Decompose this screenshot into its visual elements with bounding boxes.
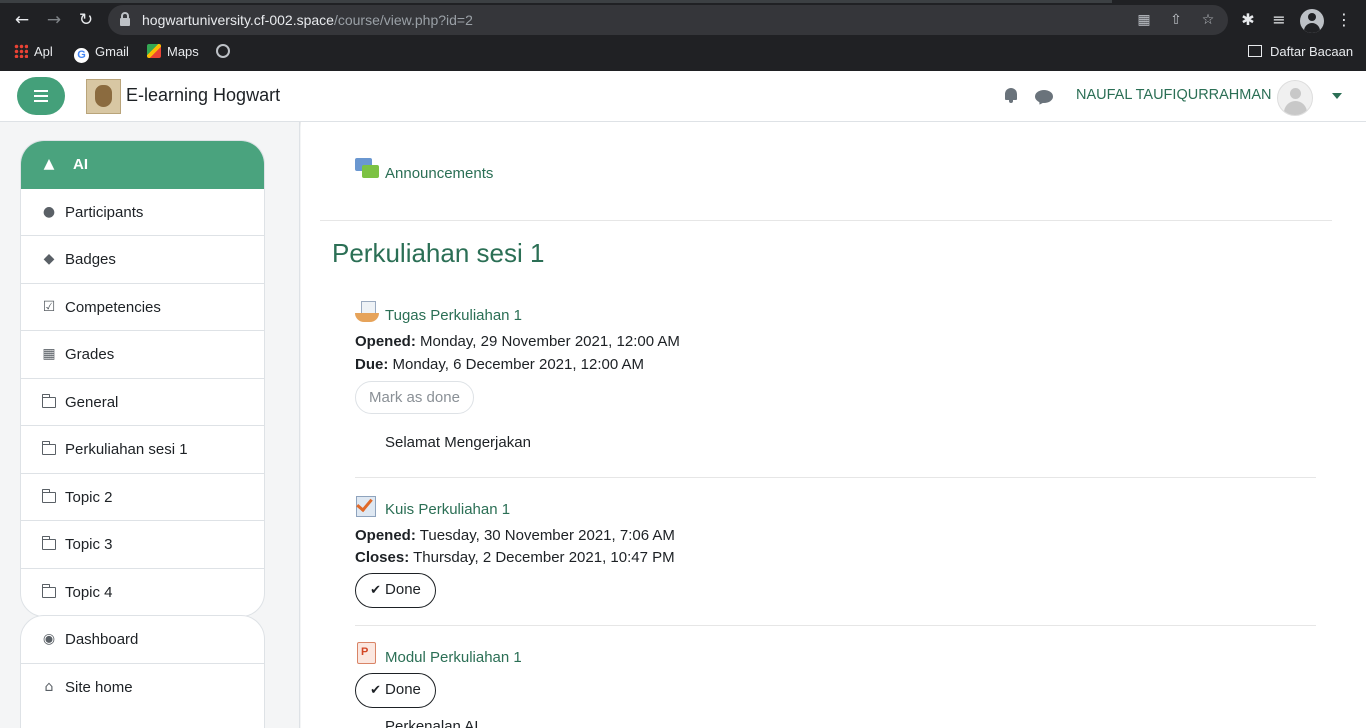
- drawer-item-participants[interactable]: ● Participants: [21, 189, 264, 236]
- folder-icon: [41, 536, 56, 550]
- user-menu-caret-icon[interactable]: [1332, 93, 1342, 99]
- assignment-description: Selamat Mengerjakan: [385, 434, 531, 451]
- bookmark-maps[interactable]: Maps: [147, 43, 199, 61]
- course-content: Announcements Perkuliahan sesi 1 Tugas P…: [301, 122, 1366, 728]
- url-text[interactable]: hogwartuniversity.cf-002.space/course/vi…: [142, 12, 473, 28]
- messages-chat-icon[interactable]: [1035, 90, 1053, 103]
- reading-list-icon: [1248, 45, 1262, 57]
- lock-icon: [120, 12, 130, 26]
- user-avatar[interactable]: [1277, 80, 1313, 116]
- section-title[interactable]: Perkuliahan sesi 1: [332, 238, 544, 269]
- apps-grid-icon: [14, 44, 28, 58]
- site-name[interactable]: E-learning Hogwart: [126, 85, 280, 106]
- media-queue-icon[interactable]: ≡: [1269, 10, 1289, 30]
- notifications-bell-icon[interactable]: [1004, 88, 1018, 104]
- check-icon: ✔: [370, 583, 382, 598]
- browser-toolbar: ← → ↻ hogwartuniversity.cf-002.space/cou…: [0, 0, 1366, 71]
- folder-icon: [41, 441, 56, 455]
- module-description: Perkenalan AI: [385, 718, 479, 728]
- forward-icon[interactable]: →: [43, 9, 65, 31]
- mark-as-done-button[interactable]: Mark as done: [355, 381, 474, 414]
- drawer-item-general[interactable]: General: [21, 379, 264, 426]
- assignment-icon: [355, 301, 379, 325]
- shield-icon: ◆: [43, 251, 55, 267]
- powerpoint-file-icon: P: [355, 642, 379, 666]
- drawer-item-site-home[interactable]: ⌂ Site home: [21, 664, 264, 712]
- check-square-icon: ☑: [42, 298, 56, 315]
- drawer-item-topic-4[interactable]: Topic 4: [21, 569, 264, 617]
- bookmark-globe[interactable]: [216, 43, 230, 61]
- bookmarks-bar: Apl G Gmail Maps Daftar Bacaan: [0, 40, 1366, 64]
- reload-icon[interactable]: ↻: [75, 9, 97, 31]
- translate-icon[interactable]: ▦: [1136, 12, 1152, 28]
- nav-drawer: ▲ AI ● Participants ◆ Badges ☑ Competenc…: [0, 122, 300, 728]
- drawer-item-topic-2[interactable]: Topic 2: [21, 474, 264, 521]
- address-bar[interactable]: hogwartuniversity.cf-002.space/course/vi…: [108, 5, 1228, 35]
- activity-divider: [355, 477, 1316, 478]
- module-link[interactable]: Modul Perkuliahan 1: [385, 649, 522, 666]
- check-icon: ✔: [370, 683, 382, 698]
- activity-divider: [355, 625, 1316, 626]
- drawer-item-badges[interactable]: ◆ Badges: [21, 236, 264, 284]
- quiz-opened-date: Opened: Tuesday, 30 November 2021, 7:06 …: [355, 527, 675, 544]
- table-icon: ▦: [42, 346, 56, 362]
- back-icon[interactable]: ←: [11, 9, 33, 31]
- maps-icon: [147, 44, 161, 58]
- chrome-menu-icon[interactable]: ⋮: [1334, 10, 1354, 30]
- users-icon: ●: [42, 203, 56, 220]
- loading-bar: [0, 0, 1112, 3]
- drawer-item-topic-3[interactable]: Topic 3: [21, 521, 264, 569]
- dashboard-icon: ◉: [42, 631, 56, 647]
- course-nav-list: ▲ AI ● Participants ◆ Badges ☑ Competenc…: [20, 140, 265, 617]
- reading-list-button[interactable]: Daftar Bacaan: [1248, 43, 1353, 61]
- folder-icon: [41, 393, 56, 408]
- graduation-cap-icon: ▲: [43, 156, 55, 172]
- forum-icon: [355, 158, 379, 182]
- assignment-due-date: Due: Monday, 6 December 2021, 12:00 AM: [355, 356, 645, 373]
- home-icon: ⌂: [44, 678, 54, 695]
- site-logo[interactable]: [86, 79, 121, 114]
- bookmark-gmail[interactable]: G Gmail: [74, 43, 129, 63]
- drawer-item-course-ai[interactable]: ▲ AI: [21, 141, 264, 189]
- share-icon[interactable]: ⇧: [1168, 12, 1184, 28]
- drawer-item-perkuliahan-sesi-1[interactable]: Perkuliahan sesi 1: [21, 426, 264, 474]
- quiz-icon: [355, 494, 379, 518]
- folder-icon: [41, 583, 56, 598]
- drawer-item-grades[interactable]: ▦ Grades: [21, 331, 264, 379]
- quiz-link[interactable]: Kuis Perkuliahan 1: [385, 501, 510, 518]
- quiz-done-button[interactable]: ✔ Done: [355, 573, 436, 608]
- bookmark-apl[interactable]: Apl: [14, 43, 53, 61]
- assignment-link[interactable]: Tugas Perkuliahan 1: [385, 307, 522, 324]
- bookmark-star-icon[interactable]: ☆: [1200, 12, 1216, 28]
- drawer-toggle-button[interactable]: [17, 77, 65, 115]
- globe-icon: [216, 44, 230, 58]
- google-icon: G: [74, 48, 89, 63]
- folder-icon: [41, 488, 56, 503]
- drawer-item-competencies[interactable]: ☑ Competencies: [21, 284, 264, 331]
- site-navbar: E-learning Hogwart NAUFAL TAUFIQURRAHMAN: [0, 71, 1366, 122]
- announcements-link[interactable]: Announcements: [385, 165, 493, 182]
- user-name[interactable]: NAUFAL TAUFIQURRAHMAN: [1076, 87, 1272, 103]
- extensions-icon[interactable]: ✱: [1238, 10, 1258, 30]
- drawer-item-dashboard[interactable]: ◉ Dashboard: [21, 616, 264, 664]
- profile-avatar-icon[interactable]: [1300, 9, 1324, 33]
- quiz-closes-date: Closes: Thursday, 2 December 2021, 10:47…: [355, 549, 675, 566]
- site-nav-list: ◉ Dashboard ⌂ Site home: [20, 615, 265, 728]
- module-done-button[interactable]: ✔ Done: [355, 673, 436, 708]
- section-divider: [320, 220, 1332, 221]
- assignment-opened-date: Opened: Monday, 29 November 2021, 12:00 …: [355, 333, 680, 350]
